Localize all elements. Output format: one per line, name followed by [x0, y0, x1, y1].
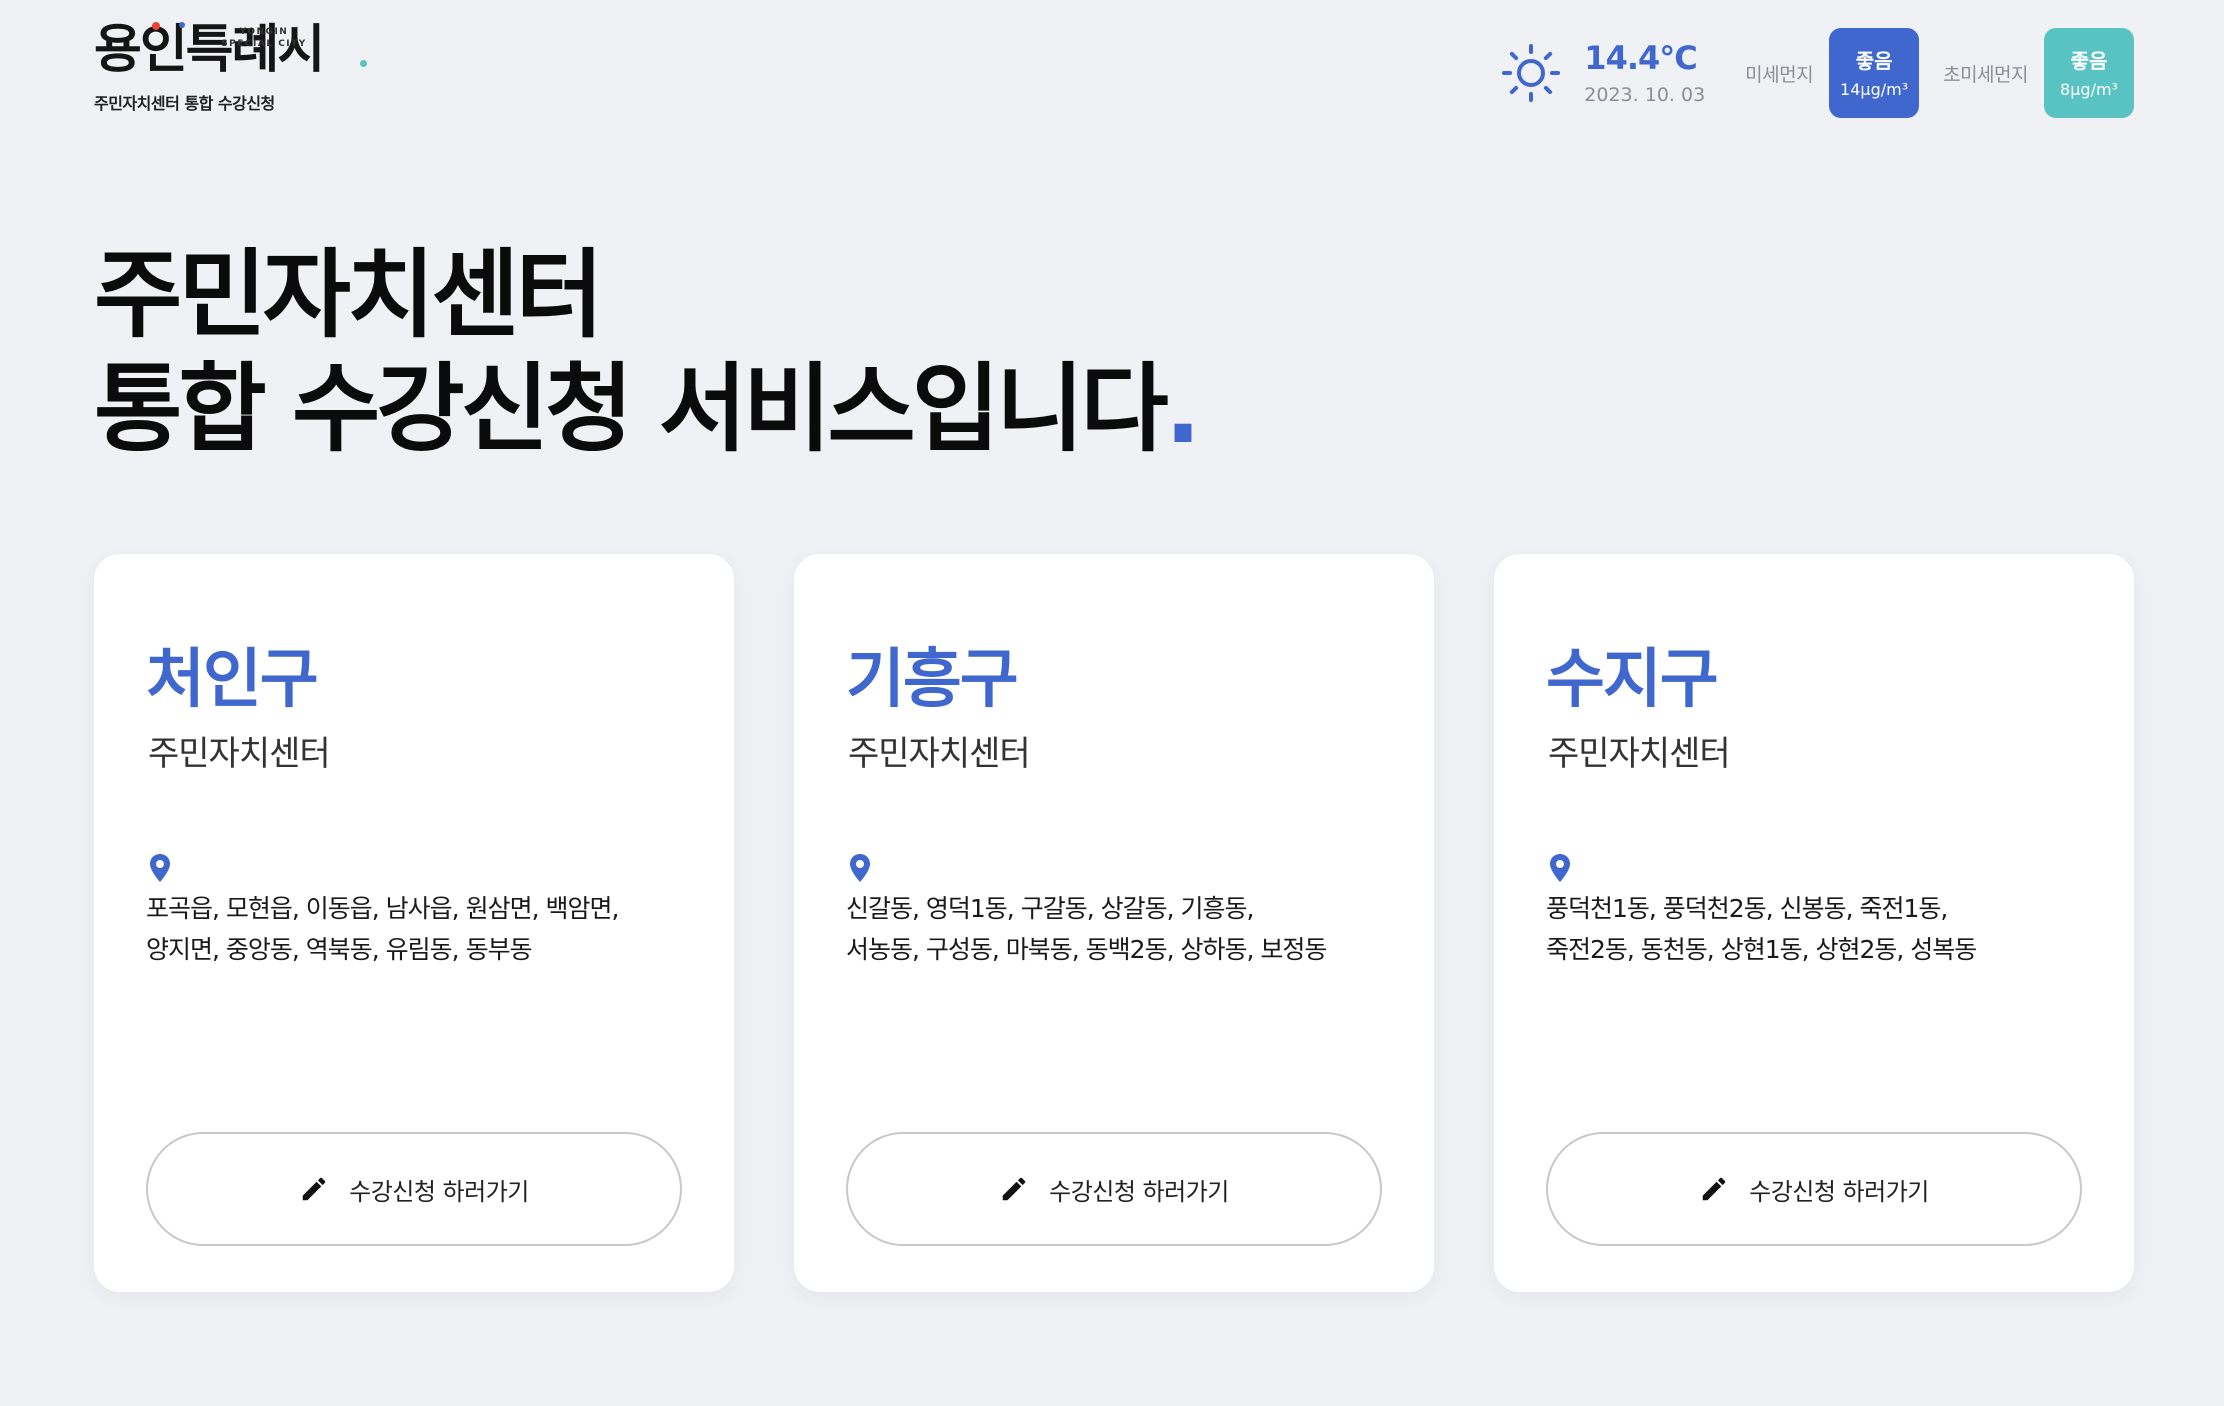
logo-dot-red	[152, 22, 160, 30]
logo-dot-blue	[179, 22, 185, 28]
district-subtitle: 주민자치센터	[148, 734, 331, 774]
district-title: 기흥구	[846, 643, 1019, 717]
enroll-button-label: 수강신청 하러가기	[1049, 1177, 1229, 1206]
district-title: 처인구	[146, 643, 319, 717]
district-areas-line2: 죽전2동, 동천동, 상현1동, 상현2동, 성복동	[1546, 935, 1977, 964]
page: 용인특례시 YONGIN SPECIAL CITY 주민자치센터 통합 수강신청	[0, 0, 2224, 1406]
enroll-button-label: 수강신청 하러가기	[349, 1177, 529, 1206]
headline-line1: 주민자치센터	[94, 239, 604, 351]
district-cards: 처인구 주민자치센터 포곡읍, 모현읍, 이동읍, 남사읍, 원삼면, 백암면,…	[94, 554, 2134, 1292]
pencil-icon	[1002, 1177, 1026, 1201]
district-areas-line2: 양지면, 중앙동, 역북동, 유림동, 동부동	[146, 935, 533, 964]
enroll-button-suji[interactable]: 수강신청 하러가기	[1546, 1132, 2082, 1246]
district-areas-line1: 포곡읍, 모현읍, 이동읍, 남사읍, 원삼면, 백암면,	[146, 894, 619, 923]
enroll-button-label: 수강신청 하러가기	[1749, 1177, 1929, 1206]
location-pin-icon	[850, 854, 870, 882]
logo[interactable]: 용인특례시 YONGIN SPECIAL CITY 주민자치센터 통합 수강신청	[94, 22, 367, 114]
location-pin-icon	[1550, 854, 1570, 882]
logo-english-line2: SPECIAL CITY	[221, 39, 307, 49]
district-areas: 풍덕천1동, 풍덕천2동, 신봉동, 죽전1동, 죽전2동, 동천동, 상현1동…	[1546, 888, 2106, 970]
enroll-button-giheung[interactable]: 수강신청 하러가기	[846, 1132, 1382, 1246]
headline-line2-wrap: 통합 수강신청 서비스입니다.	[94, 352, 1202, 466]
ultra-fine-dust-status: 좋음	[2070, 48, 2108, 73]
district-areas: 포곡읍, 모현읍, 이동읍, 남사읍, 원삼면, 백암면, 양지면, 중앙동, …	[146, 888, 706, 970]
weather-date: 2023. 10. 03	[1584, 84, 1706, 106]
ultra-fine-dust-label: 초미세먼지	[1943, 63, 2028, 86]
location-pin-icon	[150, 854, 170, 882]
district-card-giheung: 기흥구 주민자치센터 신갈동, 영덕1동, 구갈동, 상갈동, 기흥동, 서농동…	[794, 554, 1434, 1292]
district-areas-line1: 풍덕천1동, 풍덕천2동, 신봉동, 죽전1동,	[1546, 894, 1948, 923]
logo-subtitle: 주민자치센터 통합 수강신청	[94, 94, 275, 113]
fine-dust-status: 좋음	[1855, 48, 1893, 73]
temperature-block: 14.4°C 2023. 10. 03	[1584, 40, 1705, 106]
district-areas-line2: 서농동, 구성동, 마북동, 동백2동, 상하동, 보정동	[846, 935, 1327, 964]
headline-line2: 통합 수강신청 서비스입니다	[94, 353, 1169, 465]
ultra-fine-dust-value: 8μg/m³	[2060, 79, 2118, 99]
headline-dot: .	[1164, 353, 1202, 465]
ultra-fine-dust-badge: 좋음 8μg/m³	[2044, 28, 2134, 118]
fine-dust-badge: 좋음 14μg/m³	[1829, 28, 1920, 118]
pencil-icon	[302, 1177, 326, 1201]
logo-english-line1: YONGIN	[239, 27, 289, 37]
district-subtitle: 주민자치센터	[1548, 734, 1731, 774]
fine-dust-value: 14μg/m³	[1840, 79, 1909, 99]
district-areas-line1: 신갈동, 영덕1동, 구갈동, 상갈동, 기흥동,	[846, 894, 1254, 923]
weather-widget: 14.4°C 2023. 10. 03 미세먼지 좋음 14μg/m³ 초미세먼…	[1502, 28, 2134, 118]
page-headline: 주민자치센터 통합 수강신청 서비스입니다.	[94, 238, 1202, 466]
sun-icon	[1502, 44, 1561, 102]
fine-dust-label: 미세먼지	[1745, 63, 1814, 86]
enroll-button-cheoin[interactable]: 수강신청 하러가기	[146, 1132, 682, 1246]
temperature: 14.4°C	[1584, 39, 1697, 77]
district-title: 수지구	[1546, 643, 1719, 717]
logo-english: YONGIN SPECIAL CITY	[216, 26, 312, 50]
district-areas: 신갈동, 영덕1동, 구갈동, 상갈동, 기흥동, 서농동, 구성동, 마북동,…	[846, 888, 1406, 970]
district-card-suji: 수지구 주민자치센터 풍덕천1동, 풍덕천2동, 신봉동, 죽전1동, 죽전2동…	[1494, 554, 2134, 1292]
logo-dot-teal	[360, 60, 367, 67]
district-card-cheoin: 처인구 주민자치센터 포곡읍, 모현읍, 이동읍, 남사읍, 원삼면, 백암면,…	[94, 554, 734, 1292]
pencil-icon	[1702, 1177, 1726, 1201]
district-subtitle: 주민자치센터	[848, 734, 1031, 774]
